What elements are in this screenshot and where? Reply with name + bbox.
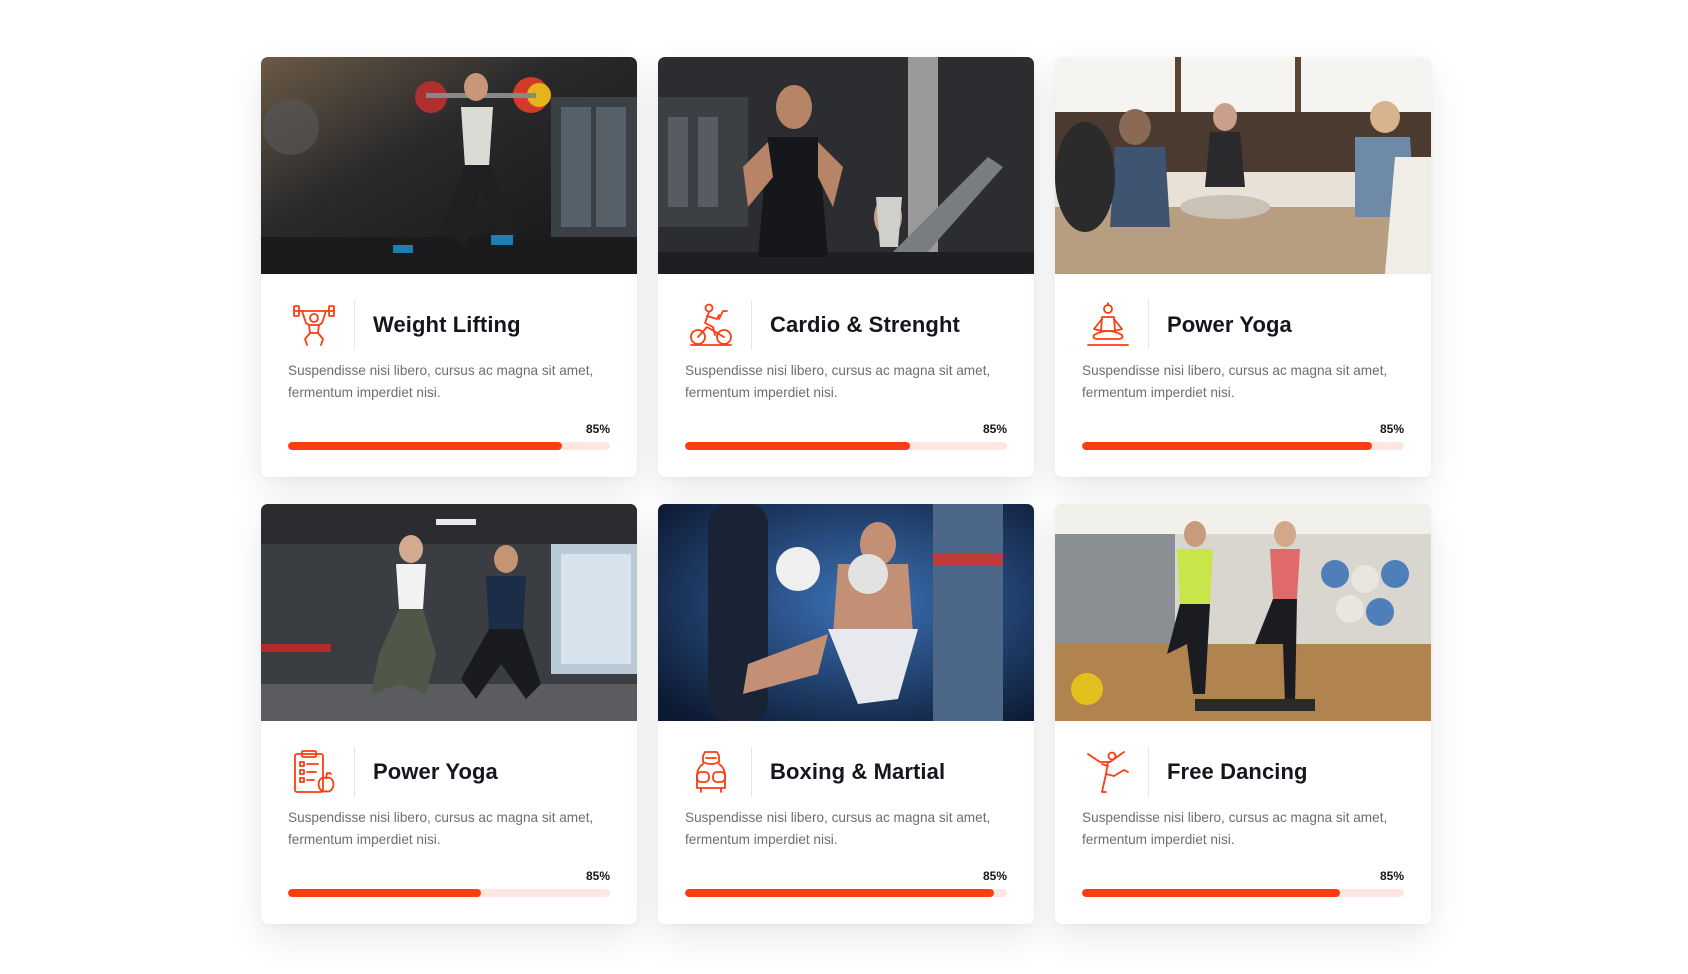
class-description: Suspendisse nisi libero, cursus ac magna…: [288, 363, 594, 400]
progress-percent: 85%: [1379, 422, 1404, 436]
class-card[interactable]: Power Yoga Suspendisse nisi libero, curs…: [1055, 57, 1431, 477]
progress-percent: 85%: [585, 869, 610, 883]
progress-bar: [1082, 442, 1404, 450]
progress-percent: 85%: [585, 422, 610, 436]
progress-percent: 85%: [982, 422, 1007, 436]
progress-bar: [685, 889, 1007, 897]
title-divider: [1148, 300, 1149, 350]
class-photo: [1055, 57, 1431, 274]
progress-bar: [685, 442, 1007, 450]
progress-fill: [1082, 889, 1340, 897]
class-card[interactable]: Boxing & Martial Suspendisse nisi libero…: [658, 504, 1034, 924]
boxer-icon: [685, 746, 737, 798]
class-card[interactable]: Weight Lifting Suspendisse nisi libero, …: [261, 57, 637, 477]
progress-fill: [1082, 442, 1372, 450]
progress-fill: [288, 889, 482, 897]
class-description: Suspendisse nisi libero, cursus ac magna…: [1082, 363, 1388, 400]
class-card[interactable]: Power Yoga Suspendisse nisi libero, curs…: [261, 504, 637, 924]
weightlifter-icon: [288, 299, 340, 351]
class-title: Cardio & Strenght: [770, 312, 960, 337]
progress-percent: 85%: [982, 869, 1007, 883]
class-photo: [261, 57, 637, 274]
clipboard-apple-icon: [288, 746, 340, 798]
progress-bar: [1082, 889, 1404, 897]
class-card[interactable]: Cardio & Strenght Suspendisse nisi liber…: [658, 57, 1034, 477]
class-title: Power Yoga: [1167, 312, 1292, 337]
class-card[interactable]: Free Dancing Suspendisse nisi libero, cu…: [1055, 504, 1431, 924]
meditation-icon: [1082, 299, 1134, 351]
class-photo: [1055, 504, 1431, 721]
class-title: Weight Lifting: [373, 312, 521, 337]
progress-fill: [685, 442, 911, 450]
progress-bar: [288, 442, 610, 450]
class-description: Suspendisse nisi libero, cursus ac magna…: [288, 810, 594, 847]
dancer-icon: [1082, 746, 1134, 798]
class-photo: [658, 57, 1034, 274]
class-title: Power Yoga: [373, 759, 498, 784]
title-divider: [354, 300, 355, 350]
class-description: Suspendisse nisi libero, cursus ac magna…: [1082, 810, 1388, 847]
class-description: Suspendisse nisi libero, cursus ac magna…: [685, 363, 991, 400]
progress-bar: [288, 889, 610, 897]
title-divider: [354, 747, 355, 797]
class-photo: [261, 504, 637, 721]
class-title: Boxing & Martial: [770, 759, 946, 784]
title-divider: [1148, 747, 1149, 797]
progress-fill: [288, 442, 562, 450]
class-description: Suspendisse nisi libero, cursus ac magna…: [685, 810, 991, 847]
exercise-bike-icon: [685, 299, 737, 351]
title-divider: [751, 747, 752, 797]
progress-percent: 85%: [1379, 869, 1404, 883]
class-title: Free Dancing: [1167, 759, 1308, 784]
progress-fill: [685, 889, 995, 897]
title-divider: [751, 300, 752, 350]
classes-grid: Weight Lifting Suspendisse nisi libero, …: [261, 57, 1431, 924]
class-photo: [658, 504, 1034, 721]
